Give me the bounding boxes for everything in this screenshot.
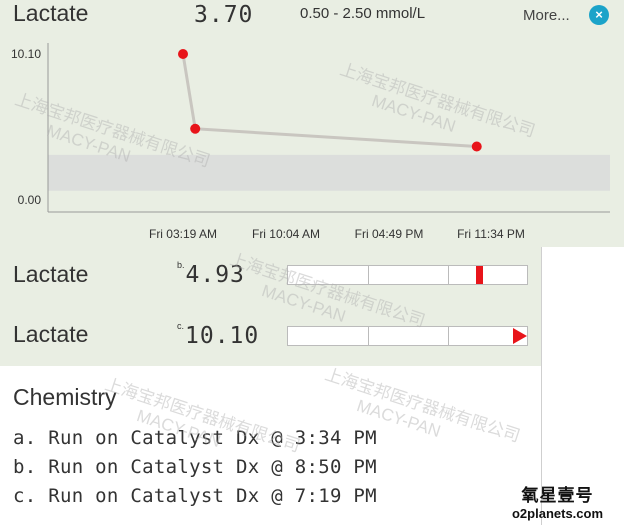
x-tick-label: Fri 03:19 AM bbox=[149, 227, 217, 241]
run-note: b. Run on Catalyst Dx @ 8:50 PM bbox=[13, 456, 377, 478]
out-of-range-arrow-icon bbox=[513, 328, 527, 344]
result-label: Lactate bbox=[13, 261, 89, 287]
result-value: c.10.10 bbox=[177, 321, 260, 349]
range-bar bbox=[287, 326, 528, 346]
trend-chart: 10.10 0.00 Fri 03:19 AM Fri 10:04 AM Fri… bbox=[11, 43, 610, 241]
range-bar bbox=[287, 265, 528, 285]
run-note: c. Run on Catalyst Dx @ 7:19 PM bbox=[13, 485, 377, 507]
data-point bbox=[190, 123, 201, 134]
result-marker bbox=[476, 266, 483, 284]
x-tick-label: Fri 11:34 PM bbox=[457, 227, 525, 241]
y-tick-label: 0.00 bbox=[18, 193, 42, 207]
run-note: a. Run on Catalyst Dx @ 3:34 PM bbox=[13, 427, 377, 449]
result-value: b.4.93 bbox=[177, 260, 245, 288]
site-logo: 氧星壹号 o2planets.com bbox=[511, 486, 604, 521]
x-tick-label: Fri 10:04 AM bbox=[252, 227, 320, 241]
results-panel: Lactate b.4.93 Lactate c.10.10 bbox=[0, 247, 541, 366]
watermark: 上海宝邦医疗器械有限公司 MACY-PAN bbox=[322, 364, 523, 446]
result-label: Lactate bbox=[13, 321, 89, 347]
result-ref: b. bbox=[177, 260, 185, 270]
series-lactate bbox=[178, 49, 482, 152]
data-point bbox=[178, 49, 188, 59]
data-point bbox=[471, 141, 482, 152]
y-tick-label: 10.10 bbox=[11, 47, 41, 61]
x-tick-label: Fri 04:49 PM bbox=[355, 227, 424, 241]
series-line bbox=[181, 53, 477, 149]
result-ref: c. bbox=[177, 321, 185, 331]
reference-band bbox=[48, 154, 610, 191]
section-title: Chemistry bbox=[13, 384, 117, 410]
